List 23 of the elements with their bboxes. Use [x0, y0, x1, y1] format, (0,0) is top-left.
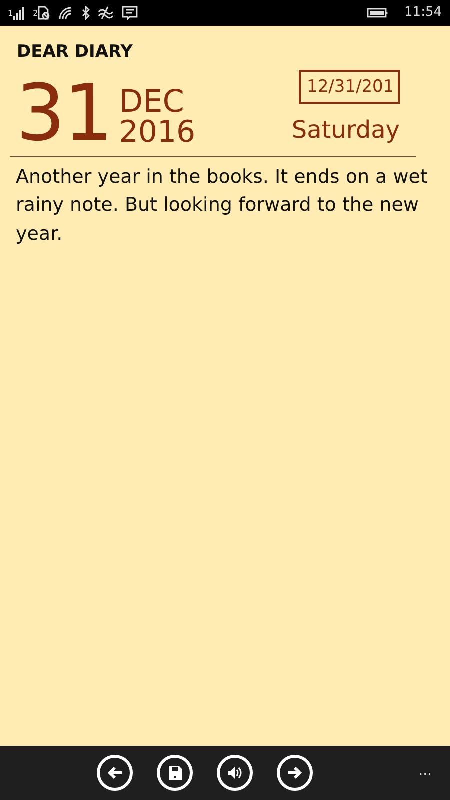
app-title: DEAR DIARY — [16, 41, 134, 64]
weekday: Saturday — [292, 114, 400, 146]
save-button[interactable] — [157, 755, 193, 791]
back-button[interactable] — [97, 755, 133, 791]
month: DEC — [119, 86, 186, 118]
save-icon — [166, 764, 184, 782]
speak-button[interactable] — [217, 755, 253, 791]
no-sim-icon — [38, 6, 50, 20]
forward-button[interactable] — [277, 755, 313, 791]
signal-icon — [13, 6, 26, 20]
sim-label: 1 — [8, 10, 14, 18]
wave-icon — [98, 6, 114, 20]
diary-entry: Another year in the books. It ends on a wet rainy note. But looking forward to the new year. — [15, 164, 429, 246]
more-button[interactable]: ... — [412, 760, 438, 783]
back-icon — [106, 764, 124, 782]
bluetooth-icon — [82, 6, 90, 20]
forward-icon — [286, 764, 304, 782]
message-icon — [122, 6, 138, 20]
sim-label: 2 — [33, 10, 38, 18]
clock-time: 11:54 — [404, 4, 442, 22]
battery-icon — [366, 6, 389, 20]
day-number: 31 — [16, 81, 112, 148]
year: 2016 — [119, 118, 196, 148]
